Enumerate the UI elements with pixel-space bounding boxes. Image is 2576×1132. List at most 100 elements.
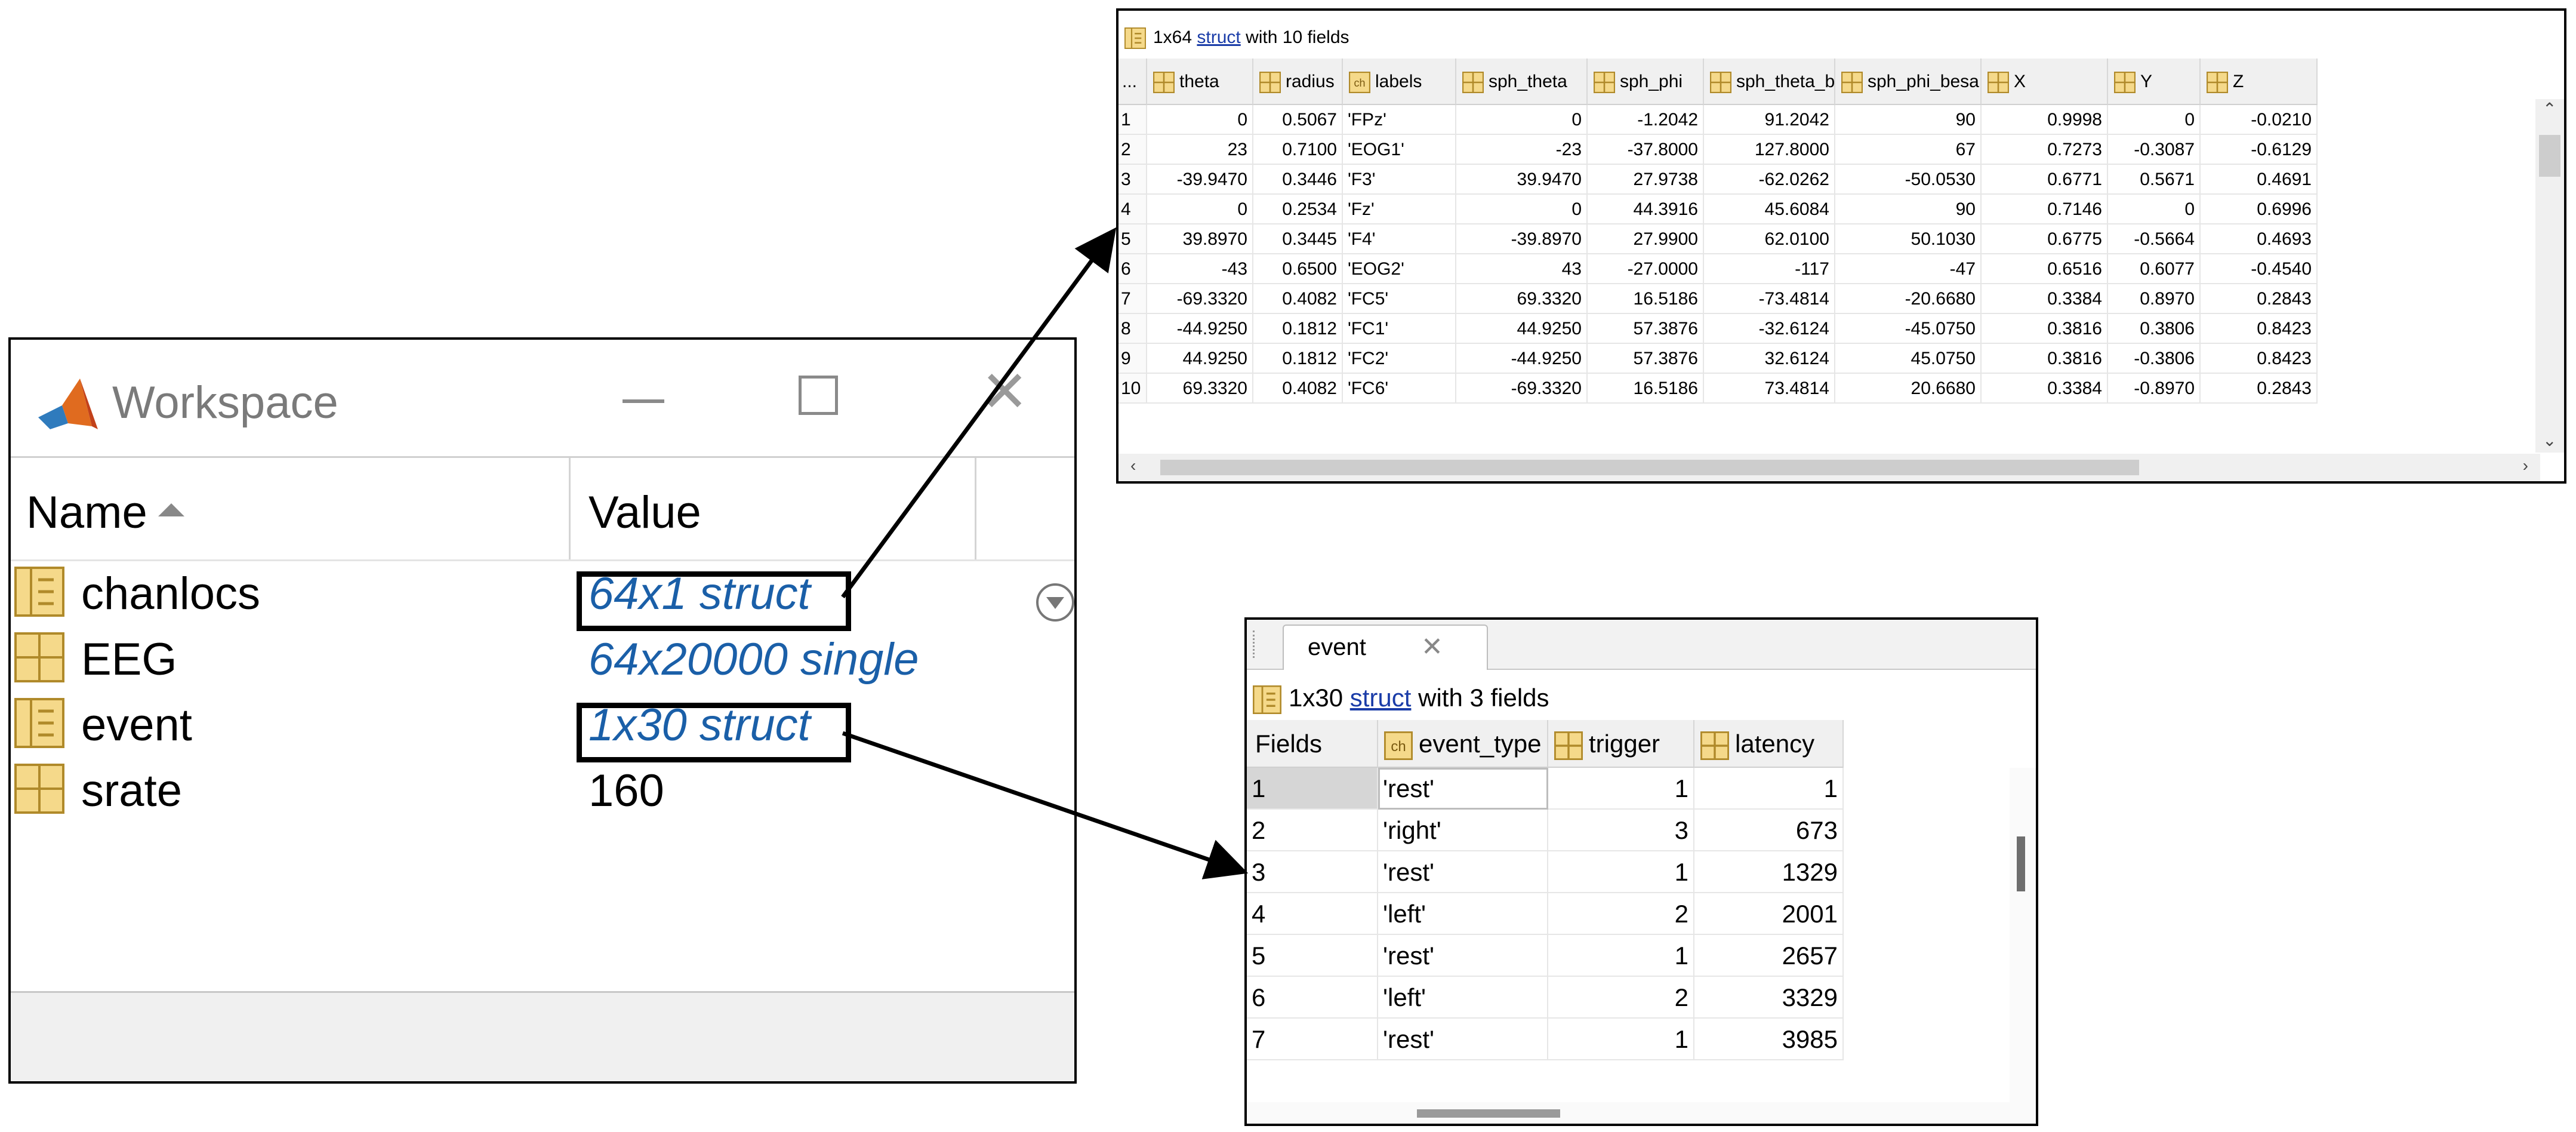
table-cell[interactable]: -0.4540	[2201, 254, 2318, 284]
close-icon[interactable]: ✕	[1421, 632, 1443, 662]
table-cell[interactable]: -37.8000	[1588, 135, 1704, 165]
table-cell[interactable]: 0.4082	[1253, 284, 1343, 314]
table-cell[interactable]: 1	[1548, 935, 1694, 977]
scrollbar-thumb[interactable]	[1417, 1109, 1560, 1118]
table-cell[interactable]: 'rest'	[1378, 1019, 1548, 1060]
column-header-x[interactable]: X	[1982, 59, 2108, 105]
vertical-scrollbar[interactable]: ⌃ ⌄	[2535, 99, 2564, 453]
horizontal-scrollbar[interactable]	[1247, 1102, 2036, 1124]
table-cell[interactable]: 27.9738	[1588, 165, 1704, 195]
table-cell[interactable]: 673	[1694, 810, 1844, 851]
chevron-down-icon[interactable]	[1034, 582, 1076, 623]
table-cell[interactable]: 0.4082	[1253, 374, 1343, 404]
table-cell[interactable]: -44.9250	[1456, 344, 1588, 374]
table-cell[interactable]: 0.5067	[1253, 105, 1343, 135]
table-cell[interactable]: 0.2534	[1253, 195, 1343, 224]
table-cell[interactable]: 20.6680	[1835, 374, 1982, 404]
table-cell[interactable]: 0.3445	[1253, 224, 1343, 254]
workspace-row-chanlocs[interactable]: chanlocs 64x1 struct	[11, 562, 1073, 627]
table-cell[interactable]: 0.3384	[1982, 284, 2108, 314]
table-cell[interactable]: 0.6077	[2108, 254, 2201, 284]
column-header-radius[interactable]: radius	[1253, 59, 1343, 105]
column-header-theta[interactable]: theta	[1147, 59, 1253, 105]
table-cell[interactable]: 'F3'	[1343, 165, 1456, 195]
table-cell[interactable]: -73.4814	[1704, 284, 1835, 314]
table-cell[interactable]: 1	[1694, 768, 1844, 810]
table-cell[interactable]: 'FPz'	[1343, 105, 1456, 135]
table-cell[interactable]: 16.5186	[1588, 374, 1704, 404]
drag-handle[interactable]	[1253, 630, 1258, 658]
table-cell[interactable]: 'rest'	[1378, 935, 1548, 977]
table-cell[interactable]: 2	[1548, 977, 1694, 1019]
table-cell[interactable]: -0.8970	[2108, 374, 2201, 404]
table-cell[interactable]: 0.7273	[1982, 135, 2108, 165]
table-cell[interactable]: 'right'	[1378, 810, 1548, 851]
scroll-right-icon[interactable]: ›	[2523, 456, 2528, 475]
table-cell[interactable]: 90	[1835, 105, 1982, 135]
table-cell[interactable]: 0.2843	[2201, 284, 2318, 314]
table-cell[interactable]: 0.6500	[1253, 254, 1343, 284]
table-cell[interactable]: -44.9250	[1147, 314, 1253, 344]
table-cell[interactable]: 91.2042	[1704, 105, 1835, 135]
table-cell[interactable]: 0.1812	[1253, 344, 1343, 374]
table-cell[interactable]: 3329	[1694, 977, 1844, 1019]
table-cell[interactable]: 16.5186	[1588, 284, 1704, 314]
table-cell[interactable]: -20.6680	[1835, 284, 1982, 314]
table-cell[interactable]: -0.3087	[2108, 135, 2201, 165]
close-icon[interactable]: ✕	[981, 364, 1028, 421]
table-cell[interactable]: 2657	[1694, 935, 1844, 977]
table-cell[interactable]: -0.5664	[2108, 224, 2201, 254]
table-cell[interactable]: 62.0100	[1704, 224, 1835, 254]
table-cell[interactable]: 0.3806	[2108, 314, 2201, 344]
table-cell[interactable]: 'FC6'	[1343, 374, 1456, 404]
table-cell[interactable]: 39.8970	[1147, 224, 1253, 254]
column-header-sph-phi[interactable]: sph_phi	[1588, 59, 1704, 105]
table-cell[interactable]: -43	[1147, 254, 1253, 284]
column-header-sph-theta-besa[interactable]: sph_theta_besa	[1704, 59, 1835, 105]
table-cell[interactable]: 3	[1548, 810, 1694, 851]
table-cell[interactable]: 0.7146	[1982, 195, 2108, 224]
table-cell[interactable]: 0.3816	[1982, 344, 2108, 374]
table-cell[interactable]: 44.9250	[1147, 344, 1253, 374]
table-cell[interactable]: 0.3384	[1982, 374, 2108, 404]
table-cell[interactable]: 3985	[1694, 1019, 1844, 1060]
table-cell[interactable]: 'EOG2'	[1343, 254, 1456, 284]
table-cell[interactable]: 'EOG1'	[1343, 135, 1456, 165]
table-cell[interactable]: -32.6124	[1704, 314, 1835, 344]
column-header-value[interactable]: Value	[588, 487, 701, 539]
table-cell[interactable]: 73.4814	[1704, 374, 1835, 404]
table-cell[interactable]: 57.3876	[1588, 314, 1704, 344]
table-cell[interactable]: 43	[1456, 254, 1588, 284]
table-cell[interactable]: 'Fz'	[1343, 195, 1456, 224]
table-cell[interactable]: -117	[1704, 254, 1835, 284]
table-cell[interactable]: 0	[2108, 105, 2201, 135]
table-cell[interactable]: -69.3320	[1456, 374, 1588, 404]
table-cell[interactable]: 0.2843	[2201, 374, 2318, 404]
table-cell[interactable]: 0.6775	[1982, 224, 2108, 254]
table-cell[interactable]: 0.4691	[2201, 165, 2318, 195]
scroll-down-icon[interactable]: ⌄	[2543, 430, 2556, 450]
table-cell[interactable]: 1	[1548, 851, 1694, 893]
table-cell[interactable]: 'F4'	[1343, 224, 1456, 254]
table-cell[interactable]: 44.3916	[1588, 195, 1704, 224]
table-cell[interactable]: 0.3816	[1982, 314, 2108, 344]
table-cell[interactable]: 0.9998	[1982, 105, 2108, 135]
column-header-z[interactable]: Z	[2201, 59, 2318, 105]
table-cell[interactable]: 0.1812	[1253, 314, 1343, 344]
struct-link[interactable]: struct	[1197, 27, 1240, 47]
table-cell[interactable]: 'FC2'	[1343, 344, 1456, 374]
column-header-name[interactable]: Name	[26, 487, 184, 539]
table-cell[interactable]: 0.4693	[2201, 224, 2318, 254]
table-cell[interactable]: 'FC1'	[1343, 314, 1456, 344]
vertical-scrollbar[interactable]	[2010, 768, 2036, 1102]
table-cell[interactable]: 0.6771	[1982, 165, 2108, 195]
table-cell[interactable]: -0.6129	[2201, 135, 2318, 165]
table-cell[interactable]: -47	[1835, 254, 1982, 284]
scrollbar-thumb[interactable]	[1160, 460, 2139, 475]
scrollbar-thumb[interactable]	[2017, 836, 2025, 891]
table-cell[interactable]: 50.1030	[1835, 224, 1982, 254]
scrollbar-thumb[interactable]	[2539, 135, 2560, 177]
column-header-y[interactable]: Y	[2108, 59, 2201, 105]
table-cell[interactable]: 1	[1548, 768, 1694, 810]
column-header-labels[interactable]: ch labels	[1343, 59, 1456, 105]
